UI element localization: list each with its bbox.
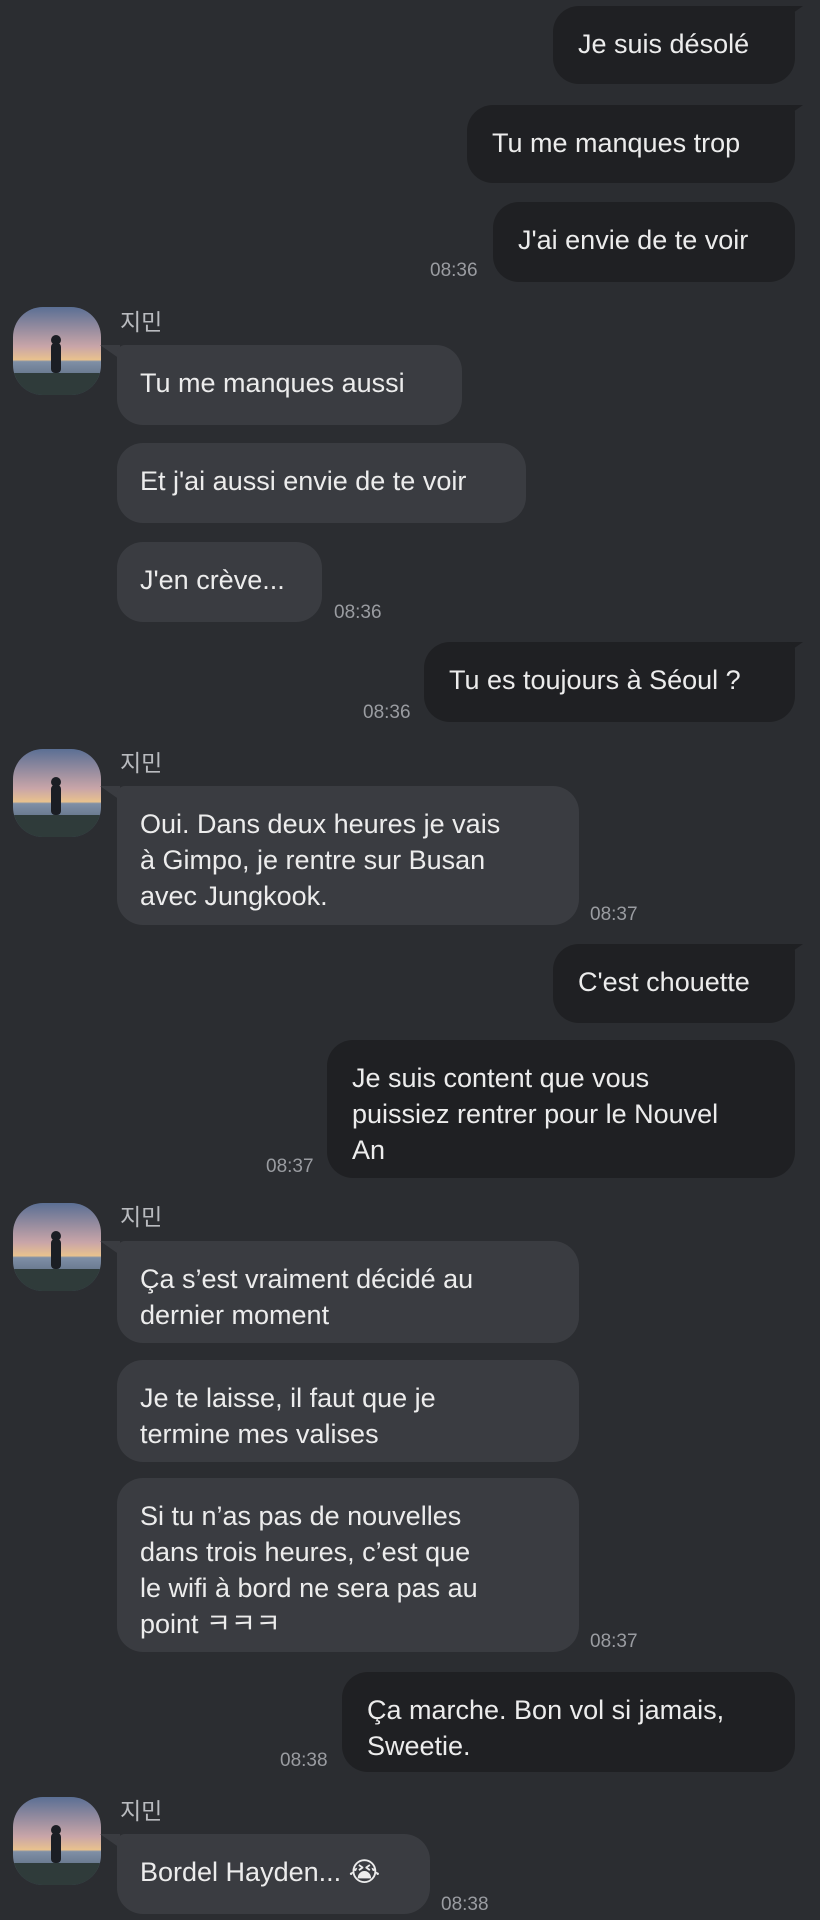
message-bubble-outgoing[interactable]: Ça marche. Bon vol si jamais, Sweetie.: [342, 1672, 795, 1772]
message-bubble-outgoing[interactable]: Je suis désolé: [553, 6, 795, 84]
contact-avatar[interactable]: [13, 307, 101, 395]
message-bubble-incoming[interactable]: Si tu n’as pas de nouvelles dans trois h…: [117, 1478, 579, 1652]
avatar-photo: [13, 1797, 101, 1885]
contact-name: 지민: [120, 1204, 163, 1230]
message-bubble-incoming[interactable]: Je te laisse, il faut que je termine mes…: [117, 1360, 579, 1462]
contact-name: 지민: [120, 1798, 163, 1824]
message-timestamp: 08:36: [430, 260, 478, 281]
message-bubble-outgoing[interactable]: J'ai envie de te voir: [493, 202, 795, 282]
message-bubble-incoming[interactable]: Bordel Hayden... 😭: [117, 1834, 430, 1914]
contact-avatar[interactable]: [13, 749, 101, 837]
message-timestamp: 08:37: [266, 1156, 314, 1177]
contact-avatar[interactable]: [13, 1797, 101, 1885]
chat-thread[interactable]: Je suis désolé Tu me manques trop J'ai e…: [0, 0, 820, 1920]
message-timestamp: 08:36: [334, 602, 382, 623]
contact-avatar[interactable]: [13, 1203, 101, 1291]
message-timestamp: 08:38: [441, 1894, 489, 1915]
message-bubble-outgoing[interactable]: Tu es toujours à Séoul ?: [424, 642, 795, 722]
message-bubble-incoming[interactable]: Tu me manques aussi: [117, 345, 462, 425]
message-bubble-incoming[interactable]: Oui. Dans deux heures je vais à Gimpo, j…: [117, 786, 579, 925]
contact-name: 지민: [120, 750, 163, 776]
message-timestamp: 08:37: [590, 904, 638, 925]
message-bubble-outgoing[interactable]: C'est chouette: [553, 944, 795, 1023]
message-bubble-incoming[interactable]: Et j'ai aussi envie de te voir: [117, 443, 526, 523]
avatar-photo: [13, 749, 101, 837]
message-timestamp: 08:38: [280, 1750, 328, 1771]
message-bubble-incoming[interactable]: Ça s’est vraiment décidé au dernier mome…: [117, 1241, 579, 1343]
message-timestamp: 08:37: [590, 1631, 638, 1652]
contact-name: 지민: [120, 309, 163, 335]
message-bubble-incoming[interactable]: J'en crève...: [117, 542, 322, 622]
avatar-photo: [13, 1203, 101, 1291]
avatar-photo: [13, 307, 101, 395]
message-bubble-outgoing[interactable]: Tu me manques trop: [467, 105, 795, 183]
message-bubble-outgoing[interactable]: Je suis content que vous puissiez rentre…: [327, 1040, 795, 1178]
message-timestamp: 08:36: [363, 702, 411, 723]
